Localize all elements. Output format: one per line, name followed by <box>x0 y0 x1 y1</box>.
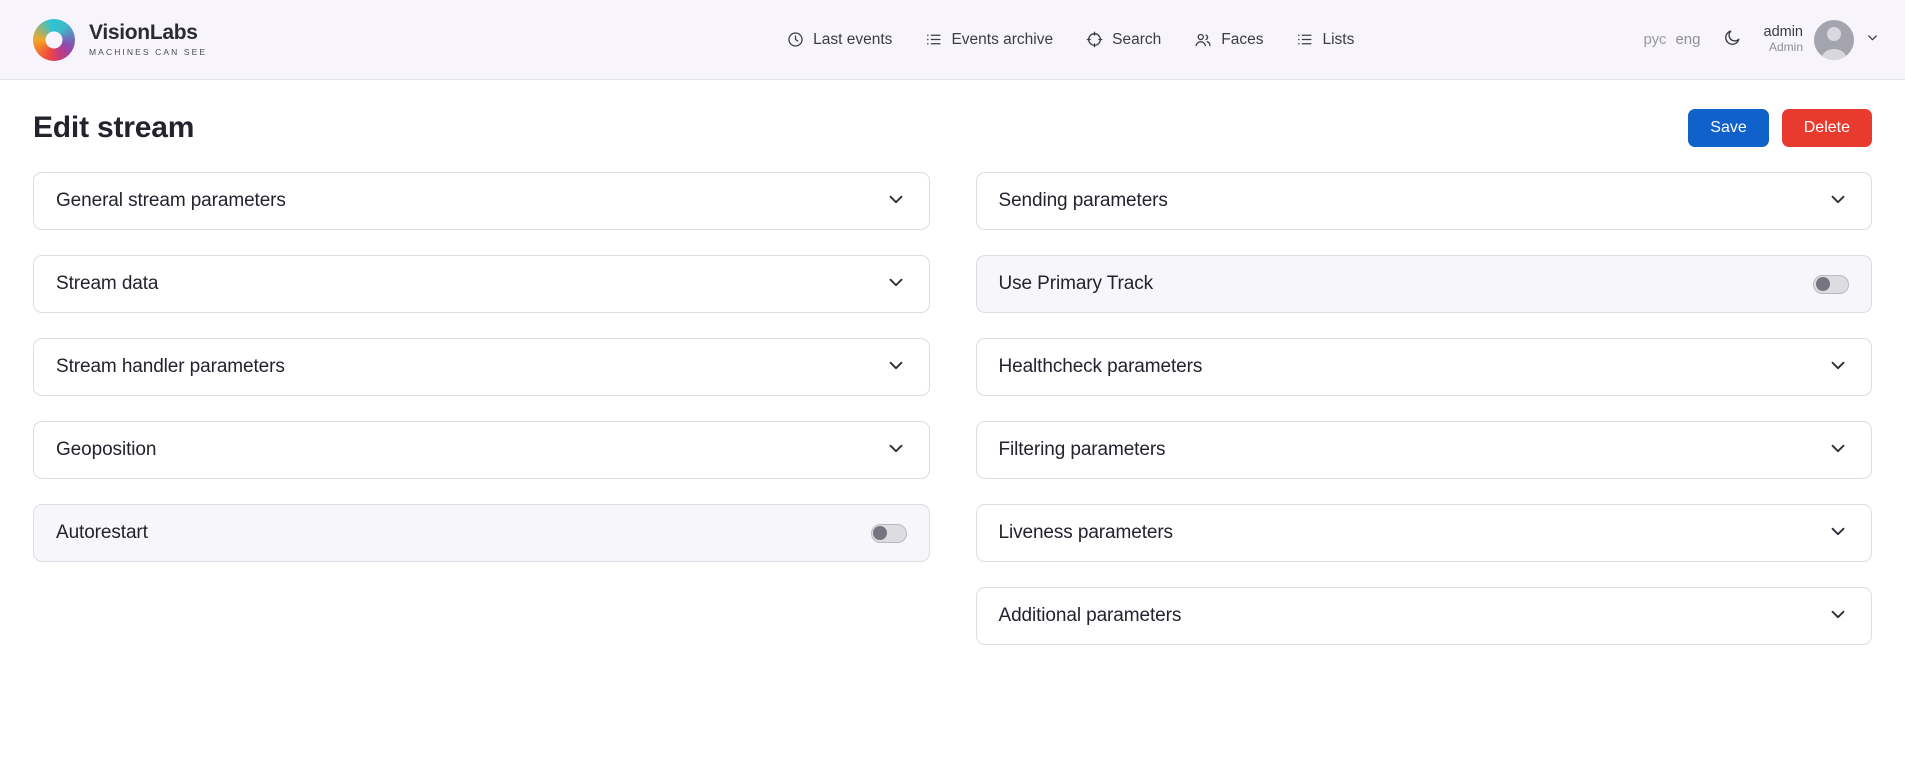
chevron-down-icon[interactable] <box>1865 30 1880 50</box>
language-option-ru[interactable]: рус <box>1643 31 1666 48</box>
panel-general-stream-parameters[interactable]: General stream parameters <box>33 172 930 230</box>
autorestart-toggle[interactable] <box>871 524 907 543</box>
panel-label: Stream handler parameters <box>56 356 285 378</box>
chevron-down-icon[interactable] <box>1827 354 1849 381</box>
panel-label: Additional parameters <box>999 605 1182 627</box>
panel-label: General stream parameters <box>56 190 286 212</box>
panel-control[interactable] <box>1827 437 1849 464</box>
panel-additional-parameters[interactable]: Additional parameters <box>976 587 1873 645</box>
theme-toggle-button[interactable] <box>1723 28 1742 52</box>
nav-label: Search <box>1112 31 1161 49</box>
chevron-down-icon[interactable] <box>1827 520 1849 547</box>
user-role: Admin <box>1764 41 1804 55</box>
panel-geoposition[interactable]: Geoposition <box>33 421 930 479</box>
moon-icon <box>1723 28 1742 52</box>
nav-item-lists[interactable]: Lists <box>1296 31 1354 49</box>
left-column: General stream parameters Stream data St… <box>33 172 930 645</box>
nav-item-search[interactable]: Search <box>1086 31 1161 49</box>
right-column: Sending parameters Use Primary Track Hea… <box>976 172 1873 645</box>
app-header: VisionLabs MACHINES CAN SEE Last events <box>0 0 1905 80</box>
panel-stream-data[interactable]: Stream data <box>33 255 930 313</box>
panel-control[interactable] <box>1827 354 1849 381</box>
page-header-row: Edit stream Save Delete <box>0 102 1905 154</box>
panel-filtering-parameters[interactable]: Filtering parameters <box>976 421 1873 479</box>
user-info: admin Admin <box>1764 24 1804 54</box>
toggle-knob <box>1816 277 1830 291</box>
panel-control[interactable] <box>1813 275 1849 294</box>
nav-label: Faces <box>1221 31 1263 49</box>
header-right-controls: рус eng admin Admin <box>1643 20 1905 60</box>
brand-logo[interactable]: VisionLabs MACHINES CAN SEE <box>0 19 207 61</box>
nav-item-faces[interactable]: Faces <box>1194 31 1263 49</box>
panel-control[interactable] <box>871 524 907 543</box>
parameters-columns: General stream parameters Stream data St… <box>0 154 1905 645</box>
chevron-down-icon[interactable] <box>885 354 907 381</box>
chevron-down-icon[interactable] <box>1827 437 1849 464</box>
panel-control[interactable] <box>1827 603 1849 630</box>
crosshair-icon <box>1086 31 1103 48</box>
chevron-down-icon[interactable] <box>885 271 907 298</box>
panel-healthcheck-parameters[interactable]: Healthcheck parameters <box>976 338 1873 396</box>
panel-label: Liveness parameters <box>999 522 1173 544</box>
panel-control[interactable] <box>885 437 907 464</box>
save-button[interactable]: Save <box>1688 109 1768 147</box>
panel-label: Geoposition <box>56 439 156 461</box>
list-icon <box>925 31 942 48</box>
list-icon <box>1296 31 1313 48</box>
chevron-down-icon[interactable] <box>1827 603 1849 630</box>
clock-icon <box>787 31 804 48</box>
brand-name: VisionLabs <box>89 22 207 44</box>
chevron-down-icon[interactable] <box>885 437 907 464</box>
language-option-en[interactable]: eng <box>1675 31 1700 48</box>
vision-labs-ring-logo <box>33 19 75 61</box>
chevron-down-icon[interactable] <box>1827 188 1849 215</box>
page-actions: Save Delete <box>1688 109 1872 147</box>
panel-control[interactable] <box>885 271 907 298</box>
nav-label: Events archive <box>951 31 1053 49</box>
panel-label: Healthcheck parameters <box>999 356 1203 378</box>
panel-label: Use Primary Track <box>999 273 1154 295</box>
user-menu[interactable]: admin Admin <box>1764 20 1881 60</box>
panel-label: Sending parameters <box>999 190 1168 212</box>
panel-label: Stream data <box>56 273 158 295</box>
chevron-down-icon[interactable] <box>885 188 907 215</box>
panel-use-primary-track[interactable]: Use Primary Track <box>976 255 1873 313</box>
user-avatar-icon[interactable] <box>1814 20 1854 60</box>
toggle-knob <box>873 526 887 540</box>
nav-label: Last events <box>813 31 892 49</box>
brand-tagline: MACHINES CAN SEE <box>89 47 207 57</box>
panel-autorestart[interactable]: Autorestart <box>33 504 930 562</box>
user-name: admin <box>1764 24 1804 41</box>
page-title: Edit stream <box>33 111 194 145</box>
panel-label: Filtering parameters <box>999 439 1166 461</box>
nav-item-last-events[interactable]: Last events <box>787 31 892 49</box>
nav-item-events-archive[interactable]: Events archive <box>925 31 1053 49</box>
nav-label: Lists <box>1322 31 1354 49</box>
brand-text: VisionLabs MACHINES CAN SEE <box>89 22 207 56</box>
users-icon <box>1194 31 1212 49</box>
panel-control[interactable] <box>885 354 907 381</box>
panel-stream-handler-parameters[interactable]: Stream handler parameters <box>33 338 930 396</box>
delete-button[interactable]: Delete <box>1782 109 1872 147</box>
panel-liveness-parameters[interactable]: Liveness parameters <box>976 504 1873 562</box>
panel-control[interactable] <box>1827 188 1849 215</box>
main-navigation: Last events Events archive Search <box>787 31 1354 49</box>
panel-control[interactable] <box>1827 520 1849 547</box>
use-primary-track-toggle[interactable] <box>1813 275 1849 294</box>
panel-sending-parameters[interactable]: Sending parameters <box>976 172 1873 230</box>
panel-control[interactable] <box>885 188 907 215</box>
language-switcher[interactable]: рус eng <box>1643 31 1700 48</box>
panel-label: Autorestart <box>56 522 148 544</box>
